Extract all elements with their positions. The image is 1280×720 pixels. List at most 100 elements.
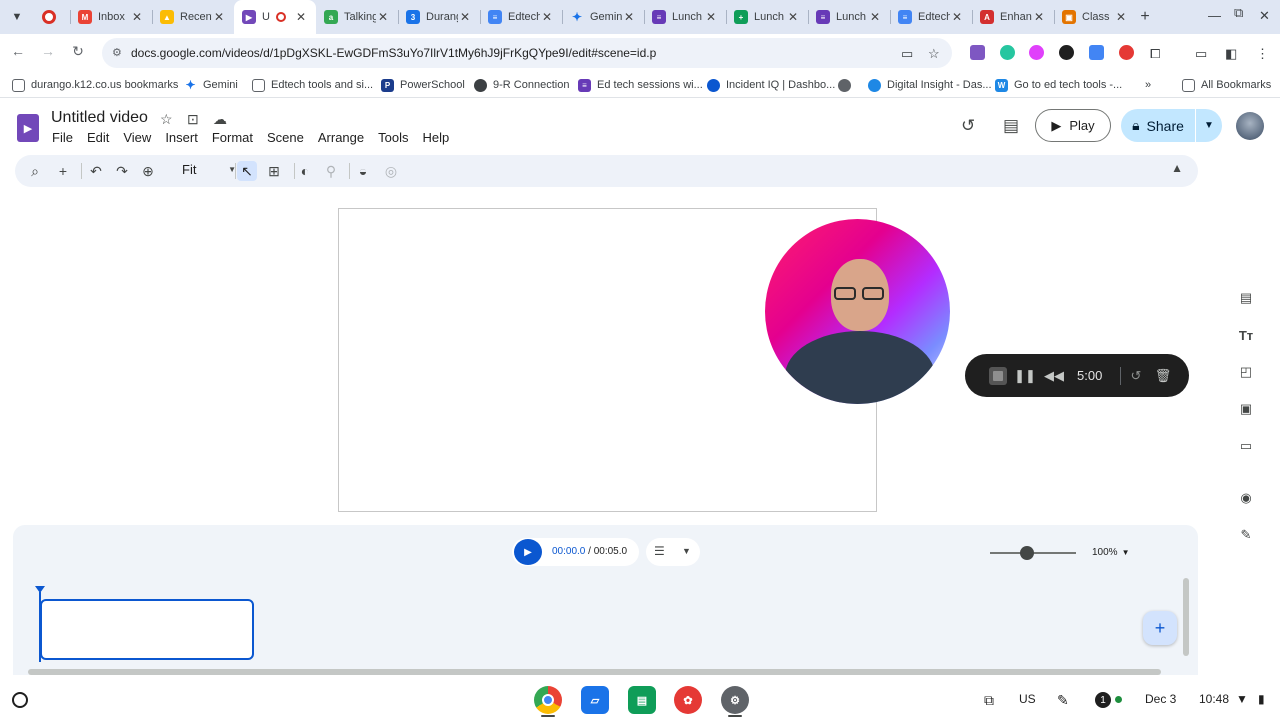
cloud-saved-icon[interactable]: ☁ — [213, 111, 227, 128]
bookmark-durango[interactable]: durango.k12.co.us bookmarks — [12, 77, 178, 93]
close-tab-icon[interactable]: ✕ — [376, 10, 390, 24]
close-tab-icon[interactable]: ✕ — [622, 10, 636, 24]
close-tab-icon[interactable]: ✕ — [868, 10, 882, 24]
star-icon[interactable]: ☆ — [160, 111, 173, 128]
timeline-options[interactable]: ☰ ▼ — [646, 538, 700, 566]
extension-red-icon[interactable] — [1119, 45, 1134, 60]
image-icon[interactable]: ▣ — [1236, 399, 1256, 419]
tab-edtech[interactable]: ≡ Edtech ✕ — [480, 0, 562, 34]
bookmark-globe[interactable] — [838, 77, 857, 93]
shapes-icon[interactable]: ◰ — [1236, 362, 1256, 382]
more-bookmarks-button[interactable]: » — [1145, 77, 1151, 93]
close-tab-icon[interactable]: ✕ — [294, 10, 308, 24]
share-dropdown-icon[interactable]: ▼ — [1196, 120, 1222, 131]
close-tab-icon[interactable]: ✕ — [540, 10, 554, 24]
cast-icon[interactable]: ▭ — [1195, 46, 1207, 62]
version-history-icon[interactable]: ↺ — [961, 116, 975, 136]
menu-tools[interactable]: Tools — [378, 130, 414, 145]
tab-lunch-2[interactable]: + Lunch ✕ — [726, 0, 808, 34]
close-window-icon[interactable]: ✕ — [1259, 8, 1270, 24]
menu-arrange[interactable]: Arrange — [318, 130, 370, 145]
bookmark-go-to-ed-tech[interactable]: W Go to ed tech tools -... — [995, 77, 1122, 93]
close-tab-icon[interactable]: ✕ — [1114, 10, 1128, 24]
record-icon[interactable]: ◉ — [1236, 488, 1256, 508]
add-scene-button[interactable]: + — [1143, 611, 1177, 645]
extension-puzzle-purple-icon[interactable] — [970, 45, 985, 60]
clipboard-icon[interactable]: ⧉ — [984, 692, 994, 709]
folder-icon[interactable]: ▭ — [1236, 436, 1256, 456]
bookmark-edtech-tools[interactable]: Edtech tools and si... — [252, 77, 373, 93]
menu-view[interactable]: View — [123, 130, 157, 145]
menu-scene[interactable]: Scene — [267, 130, 310, 145]
site-info-icon[interactable]: ⚙ — [112, 46, 126, 60]
menu-file[interactable]: File — [52, 130, 79, 145]
forward-icon[interactable]: → — [38, 43, 58, 63]
notification-badge[interactable]: 1 — [1095, 692, 1111, 708]
battery-icon[interactable]: ▮ — [1258, 692, 1265, 706]
chevron-down-icon[interactable]: ▼ — [682, 546, 691, 556]
move-folder-icon[interactable]: ⊡ — [187, 111, 199, 128]
bookmark-ed-tech-sessions[interactable]: ≡ Ed tech sessions wi... — [578, 77, 703, 93]
translate-extension-icon[interactable] — [1089, 45, 1104, 60]
close-tab-icon[interactable]: ✕ — [786, 10, 800, 24]
extension-pink-icon[interactable] — [1029, 45, 1044, 60]
comments-icon[interactable]: ▤ — [1003, 116, 1019, 136]
restart-icon[interactable]: ↺ — [1126, 366, 1146, 386]
script-panel-icon[interactable]: ▤ — [1236, 288, 1256, 308]
launcher-icon[interactable] — [12, 692, 28, 708]
tab-lunch-1[interactable]: ≡ Lunch ✕ — [644, 0, 726, 34]
theme-palette-icon[interactable]: ◐ — [295, 161, 315, 181]
chrome-menu-icon[interactable]: ⋮ — [1256, 46, 1269, 62]
wifi-icon[interactable]: ▼ — [1236, 692, 1248, 706]
pause-icon[interactable]: ❚❚ — [1014, 366, 1036, 386]
undo-icon[interactable]: ↶ — [86, 161, 106, 181]
extension-green-icon[interactable] — [1000, 45, 1015, 60]
tab-recent[interactable]: ▲ Recent ✕ — [152, 0, 234, 34]
rewind-icon[interactable]: ◀◀ — [1044, 366, 1064, 386]
account-avatar[interactable] — [1236, 112, 1264, 140]
close-tab-icon[interactable]: ✕ — [950, 10, 964, 24]
search-menus-icon[interactable]: ⌕ — [25, 161, 45, 181]
tab-edtech-2[interactable]: ≡ Edtech ✕ — [890, 0, 972, 34]
back-icon[interactable]: ← — [8, 43, 28, 63]
extension-black-icon[interactable] — [1059, 45, 1074, 60]
classroom-app-icon[interactable]: ▤ — [628, 686, 656, 714]
extensions-puzzle-icon[interactable]: ⧠ — [1150, 46, 1160, 62]
close-tab-icon[interactable]: ✕ — [130, 10, 144, 24]
scene-clip[interactable] — [40, 599, 254, 660]
timeline-view-icon[interactable]: ☰ — [654, 544, 665, 558]
timeline-horizontal-scrollbar[interactable] — [28, 669, 1161, 675]
fill-color-icon[interactable]: ◒ — [353, 161, 373, 181]
delete-icon[interactable]: 🗑︎ — [1153, 366, 1173, 386]
bookmark-9r-connection[interactable]: 9-R Connection — [474, 77, 569, 93]
vids-logo-icon[interactable]: ▶ — [17, 114, 39, 142]
paint-format-icon[interactable]: ⚲ — [321, 161, 341, 181]
timeline-zoom-thumb[interactable] — [1020, 546, 1034, 560]
collapse-toolbar-icon[interactable]: ▲ — [1171, 161, 1183, 175]
tab-1[interactable] — [34, 0, 70, 34]
input-method[interactable]: US — [1019, 692, 1036, 706]
close-tab-icon[interactable]: ✕ — [1032, 10, 1046, 24]
bookmark-gemini[interactable]: ✦ Gemini — [184, 77, 237, 93]
new-tab-icon[interactable]: + — [1136, 8, 1154, 26]
all-bookmarks-button[interactable]: All Bookmarks — [1182, 77, 1271, 93]
bookmark-powerschool[interactable]: P PowerSchool — [381, 77, 465, 93]
zoom-select[interactable]: Fit ▼ — [182, 162, 236, 180]
minimize-icon[interactable]: — — [1208, 8, 1221, 23]
date-label[interactable]: Dec 3 — [1145, 692, 1176, 706]
chrome-app-icon[interactable] — [534, 686, 562, 714]
text-style-icon[interactable]: Tт — [1236, 325, 1256, 345]
settings-app-icon[interactable]: ⚙ — [721, 686, 749, 714]
camera-preview[interactable] — [765, 219, 950, 404]
select-cursor-icon[interactable]: ↖ — [237, 161, 257, 181]
share-main-button[interactable]: 🔒︎ Share — [1121, 109, 1196, 142]
menu-edit[interactable]: Edit — [87, 130, 115, 145]
tab-class[interactable]: ▣ Class ✕ — [1054, 0, 1136, 34]
files-app-icon[interactable]: ▱ — [581, 686, 609, 714]
bookmark-star-icon[interactable]: ☆ — [928, 46, 940, 62]
bookmark-digital-insight[interactable]: Digital Insight - Das... — [868, 77, 992, 93]
clock-label[interactable]: 10:48 — [1199, 692, 1229, 706]
timeline-zoom-select[interactable]: 100% ▼ — [1092, 547, 1130, 558]
stop-recording-button[interactable] — [989, 367, 1007, 385]
menu-format[interactable]: Format — [212, 130, 259, 145]
